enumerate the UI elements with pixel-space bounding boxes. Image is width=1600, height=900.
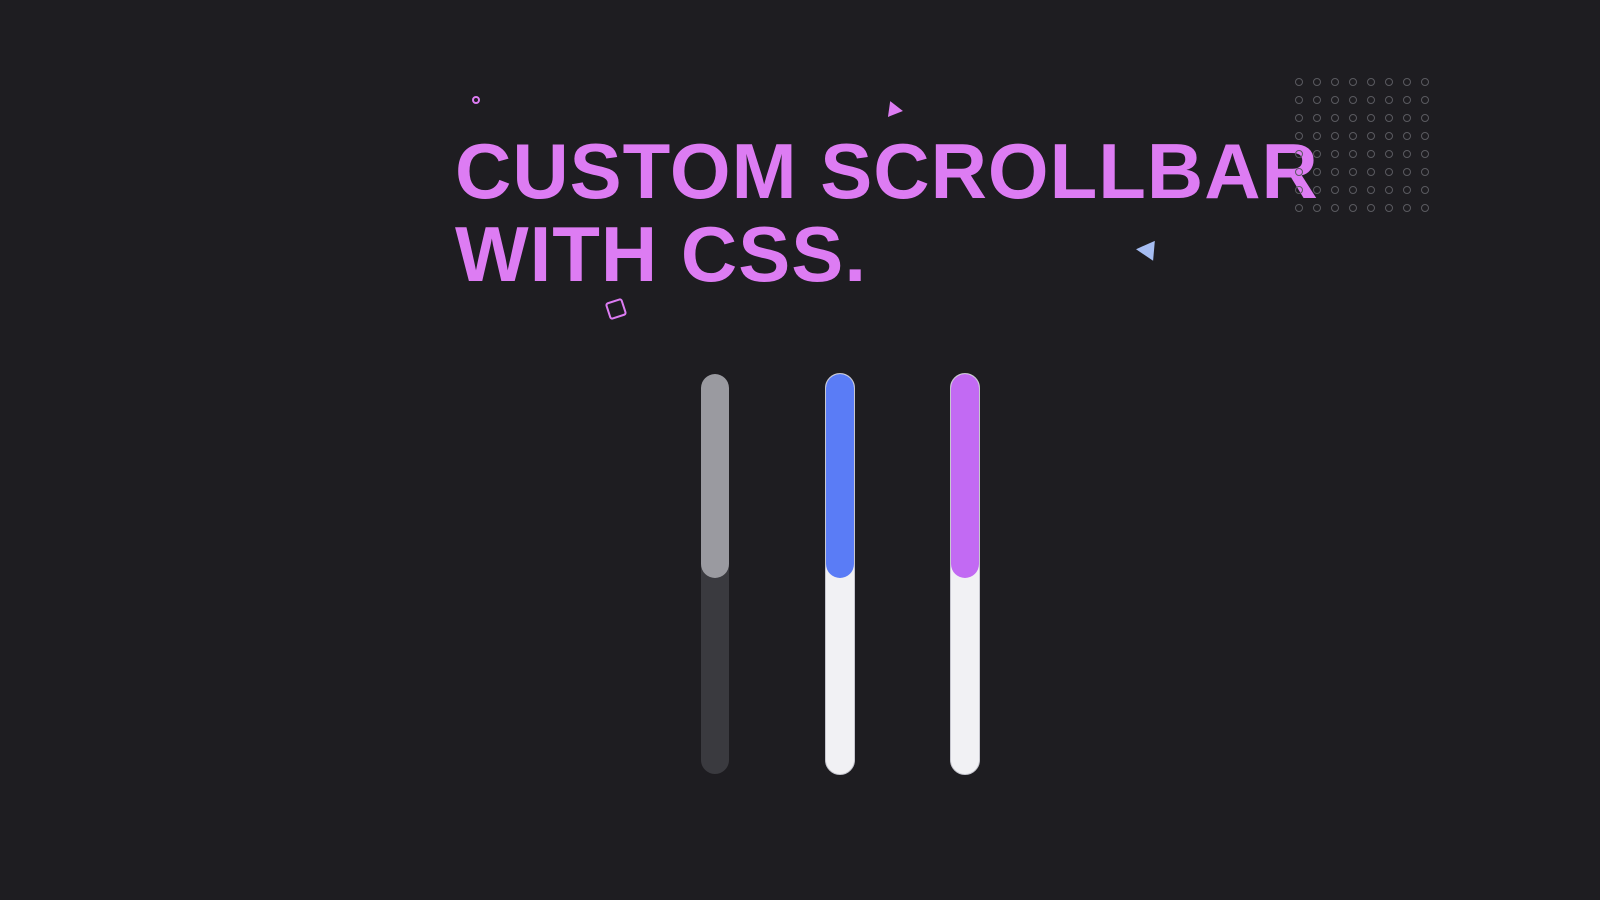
scrollbar-thumb[interactable] xyxy=(701,374,729,578)
scrollbar-examples xyxy=(700,373,980,775)
dot-grid-decoration xyxy=(1295,78,1430,213)
custom-scrollbar[interactable] xyxy=(950,373,980,775)
scrollbar-thumb[interactable] xyxy=(826,374,854,578)
custom-scrollbar[interactable] xyxy=(825,373,855,775)
triangle-icon xyxy=(1135,239,1155,260)
square-icon xyxy=(605,298,628,321)
scrollbar-thumb[interactable] xyxy=(951,374,979,578)
custom-scrollbar[interactable] xyxy=(700,373,730,775)
circle-icon xyxy=(472,96,480,104)
play-icon xyxy=(888,101,904,119)
page-title: CUSTOM SCROLLBAR WITH CSS. xyxy=(455,130,1319,295)
